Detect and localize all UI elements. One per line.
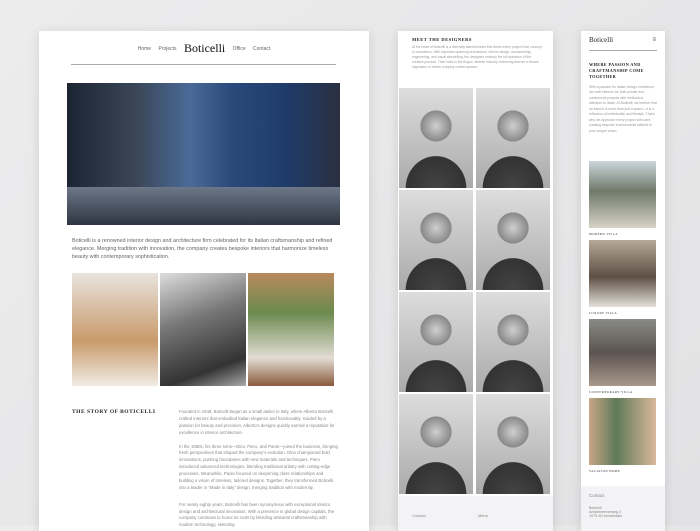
address-city: 1075 XN Amsterdam — [589, 514, 623, 518]
nav-contact[interactable]: Contact — [253, 46, 270, 52]
designer-portrait — [399, 190, 473, 290]
designer-portrait — [476, 88, 550, 188]
story-heading: THE STORY OF BOTICELLI — [72, 409, 156, 415]
footer-contact-link[interactable]: Contact — [412, 513, 426, 518]
hero-kitchen-image — [67, 83, 340, 225]
project-caption: LUXURY VILLA — [589, 311, 618, 315]
gallery-image-interior[interactable] — [72, 273, 158, 386]
project-caption: VACATION HOME — [589, 469, 621, 473]
mobile-heading: WHERE PASSION AND CRAFTMANSHIP COME TOGE… — [589, 62, 644, 79]
project-card[interactable]: VACATION HOME — [589, 398, 656, 473]
designer-portrait — [399, 292, 473, 392]
project-card[interactable]: CONTEMPORARY VILLA — [589, 319, 656, 394]
designer-portrait — [476, 292, 550, 392]
mobile-footer: Contact Boticelli Amstelveenseweg 2 1075… — [581, 486, 665, 531]
gallery-image-street[interactable] — [160, 273, 246, 386]
nav-office[interactable]: Office — [233, 46, 246, 52]
footer-menu-link[interactable]: Menu — [478, 513, 488, 518]
footer-heading: Contact — [589, 493, 605, 498]
project-caption: MODERN VILLA — [589, 232, 618, 236]
hamburger-menu-icon[interactable]: ≡ — [652, 37, 656, 43]
project-card[interactable]: LUXURY VILLA — [589, 240, 656, 315]
story-paragraph: Founded in 1948, Boticelli began as a sm… — [179, 409, 335, 435]
story-paragraph: For nearly eighty years, Boticelli has b… — [179, 501, 335, 528]
designer-portrait — [399, 88, 473, 188]
project-image — [589, 161, 656, 228]
designer-portrait — [476, 394, 550, 494]
divider — [589, 50, 657, 51]
project-card[interactable]: MODERN VILLA — [589, 161, 656, 236]
designer-portrait — [476, 190, 550, 290]
nav-home[interactable]: Home — [138, 46, 151, 52]
story-paragraph: In the 1980s, his three sons—Dino, Piero… — [179, 443, 338, 490]
top-nav: Home Projects Boticelli Office Contact — [39, 41, 369, 56]
mobile-page-mockup: Boticelli ≡ WHERE PASSION AND CRAFTMANSH… — [581, 31, 665, 531]
designer-portrait — [399, 394, 473, 494]
intro-text: Boticelli is a renowned interior design … — [72, 238, 333, 260]
mobile-logo[interactable]: Boticelli — [589, 36, 613, 44]
divider — [71, 64, 336, 65]
desktop-page-mockup: Home Projects Boticelli Office Contact B… — [39, 31, 369, 531]
project-caption: CONTEMPORARY VILLA — [589, 390, 633, 394]
designers-heading: MEET THE DESIGNERS — [412, 37, 472, 42]
project-image — [589, 319, 656, 386]
project-image — [589, 240, 656, 307]
designers-text: At the heart of Boticelli is a diversely… — [412, 45, 542, 69]
mobile-text: With a passion for Italian design excell… — [589, 85, 657, 133]
gallery-image-bathroom[interactable] — [248, 273, 334, 386]
story-text: Founded in 1948, Boticelli began as a sm… — [179, 409, 339, 531]
logo[interactable]: Boticelli — [184, 41, 225, 55]
project-image — [589, 398, 656, 465]
footer: Contact Menu — [398, 496, 553, 531]
designers-page-mockup: MEET THE DESIGNERS At the heart of Botic… — [398, 31, 553, 531]
nav-projects[interactable]: Projects — [158, 46, 176, 52]
